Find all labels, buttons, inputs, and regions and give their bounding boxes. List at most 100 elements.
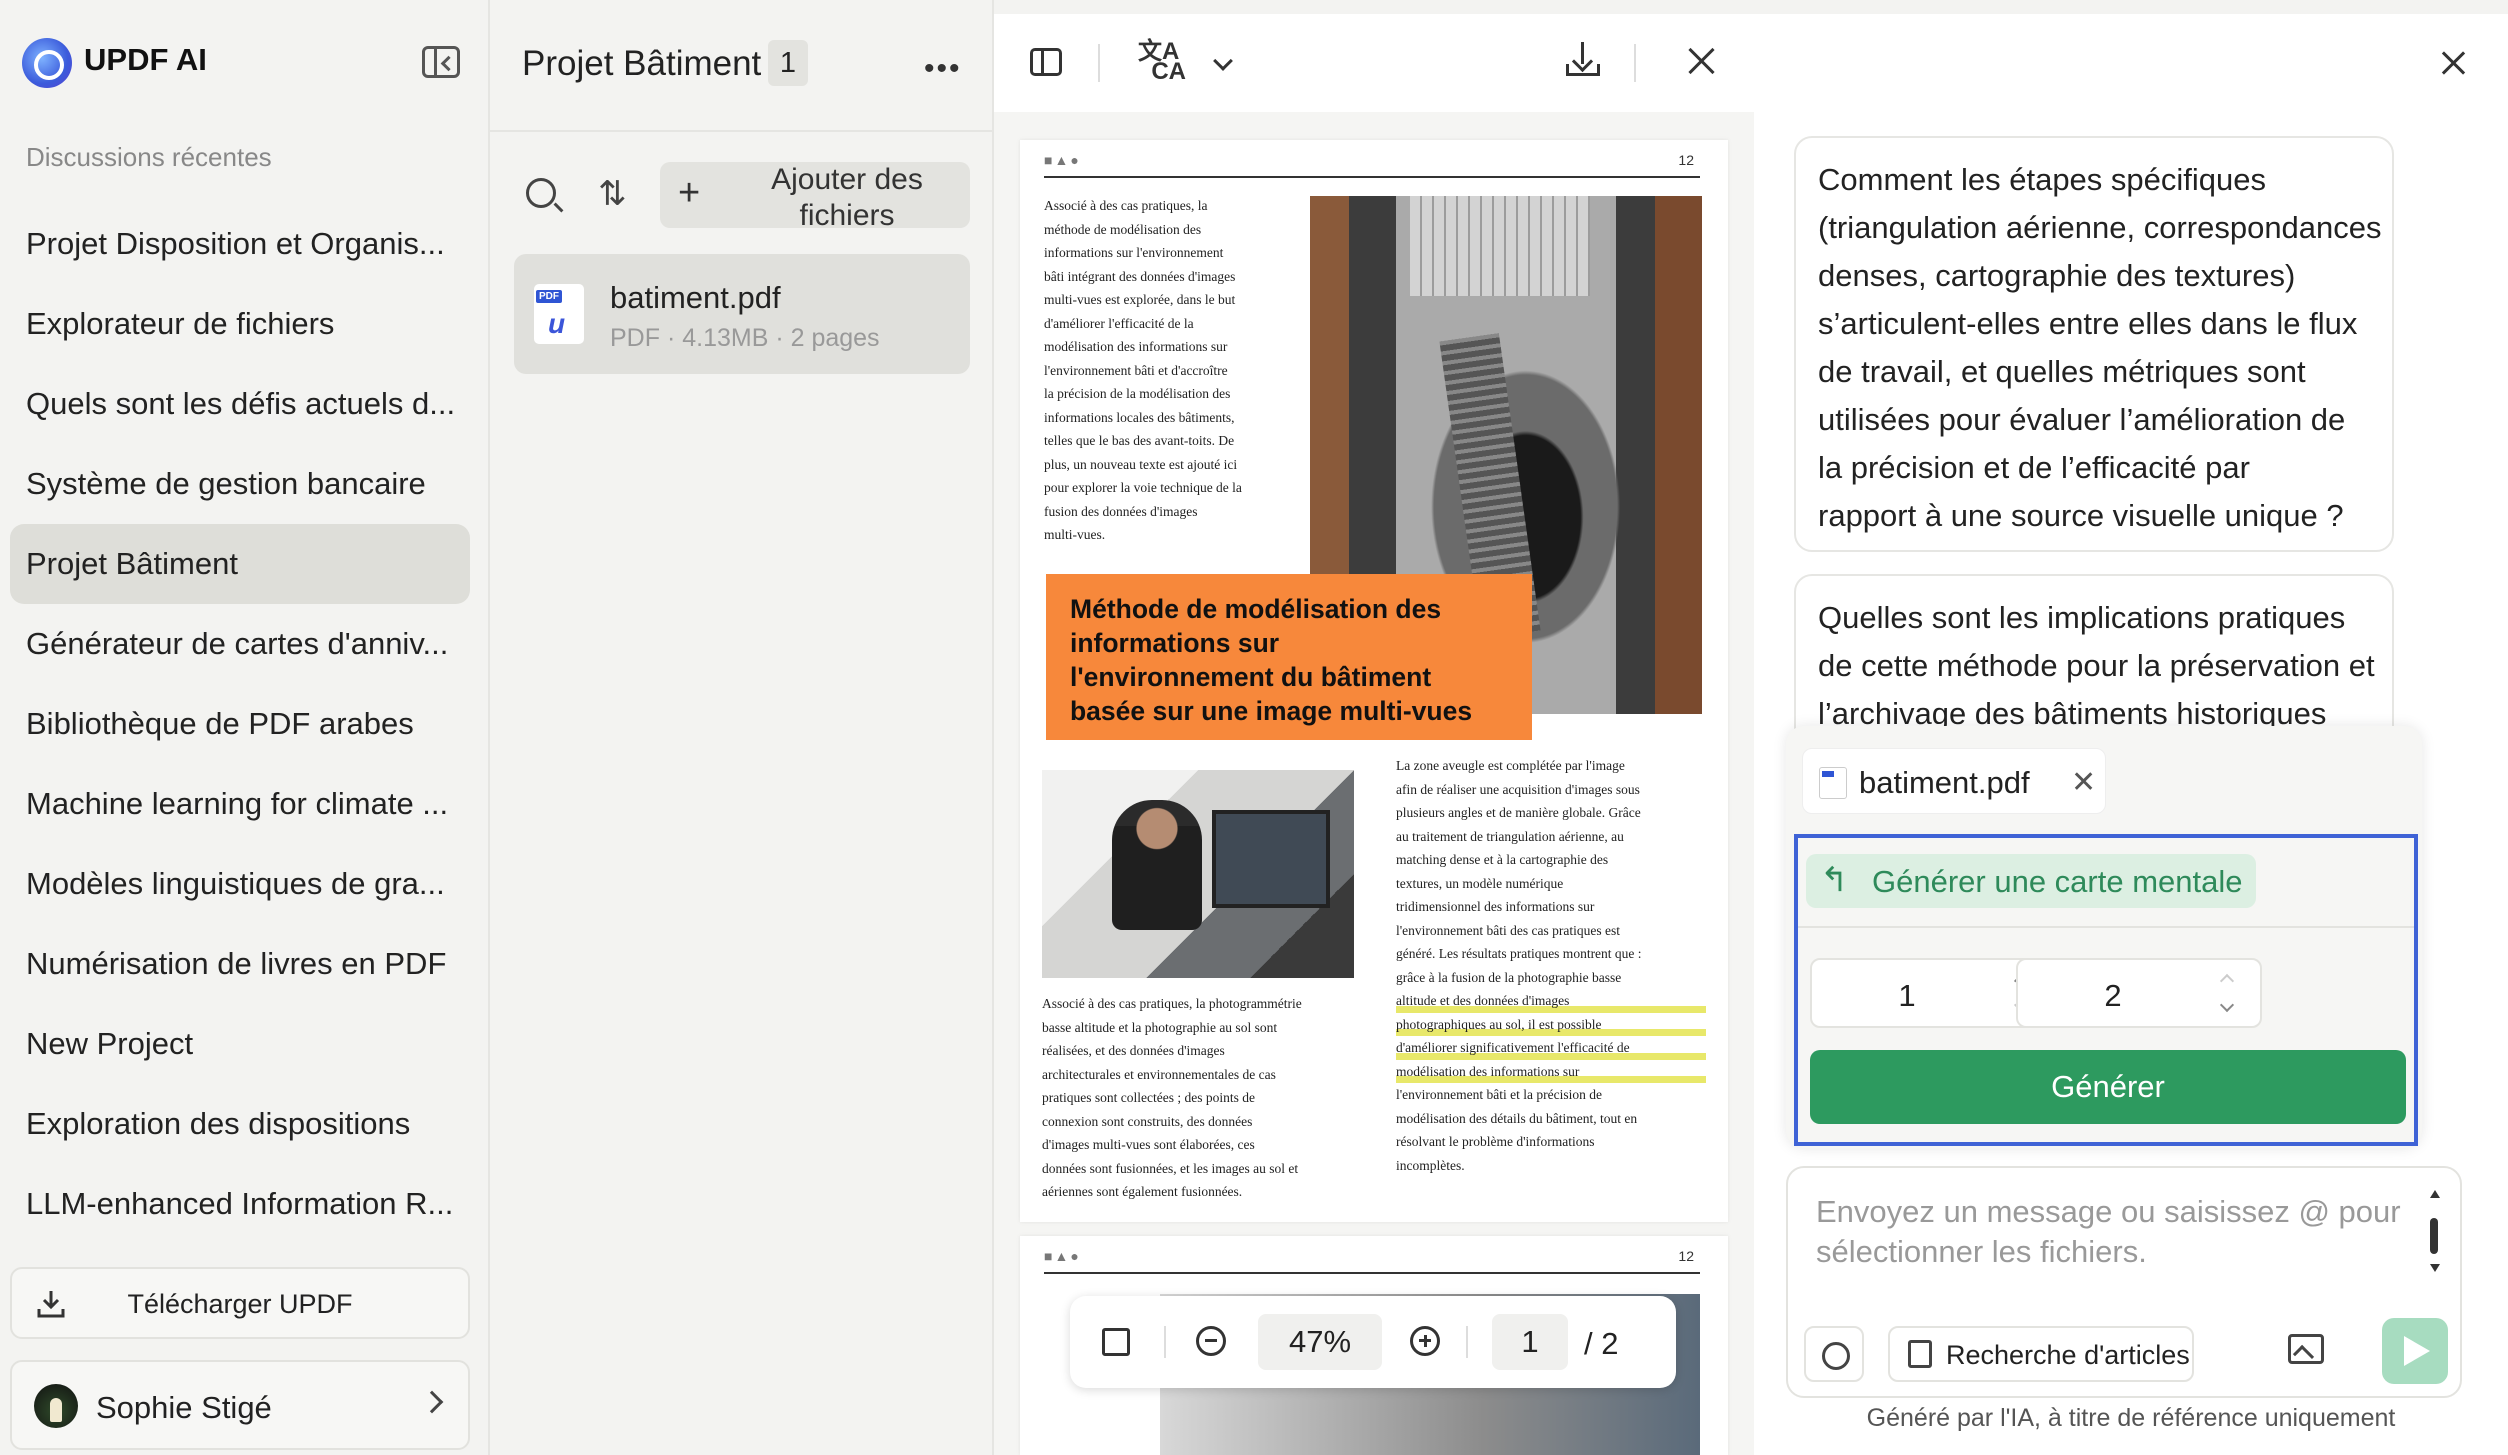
file-card[interactable]: PDF u batiment.pdf PDF · 4.13MB · 2 pages — [514, 254, 970, 374]
page-number: 12 — [1678, 1248, 1694, 1264]
ai-disclaimer: Généré par l'IA, à titre de référence un… — [1866, 1404, 2396, 1432]
toolbar-divider — [1098, 44, 1100, 82]
download-icon[interactable] — [1566, 42, 1600, 78]
message-input[interactable]: Envoyez un message ou saisissez @ pour s… — [1786, 1166, 2462, 1398]
ai-model-icon[interactable] — [1804, 1326, 1864, 1382]
page-from-value: 1 — [1898, 978, 1916, 1013]
zoom-in-icon[interactable] — [1410, 1326, 1440, 1356]
more-options-icon[interactable]: ••• — [924, 52, 962, 86]
collapse-sidebar-icon[interactable] — [422, 46, 460, 78]
generate-button[interactable]: Générer — [1810, 1050, 2406, 1124]
page-to-value: 2 — [2104, 978, 2122, 1013]
download-updf-button[interactable]: Télécharger UPDF — [10, 1267, 470, 1339]
message-line: Quelles sont les implications pratiques — [1818, 600, 2346, 635]
divider — [490, 130, 994, 132]
message-line: rapport à une source visuelle unique ? — [1818, 498, 2344, 533]
text-line: basse altitude et la photographie au sol… — [1042, 1019, 1278, 1035]
text-line: la précision de la modélisation des — [1044, 386, 1231, 401]
viewer-toolbar: 文A CA — [994, 14, 1754, 112]
user-message-bubble: Comment les étapes spécifiques (triangul… — [1794, 136, 2394, 552]
scrollbar-thumb[interactable] — [2430, 1218, 2438, 1254]
stepper-up-icon[interactable] — [2219, 973, 2235, 989]
sidebar-item[interactable]: Système de gestion bancaire — [10, 444, 470, 524]
text-line: telles que le bas des avant-toits. De — [1044, 433, 1235, 448]
title-line: Méthode de modélisation des — [1070, 594, 1442, 624]
intro-paragraph: Associé à des cas pratiques, la méthode … — [1044, 194, 1294, 547]
sidebar-item[interactable]: Générateur de cartes d'anniv... — [10, 604, 470, 684]
text-line: l'environnement bâti des cas pratiques e… — [1396, 922, 1620, 938]
sort-icon[interactable]: ⇅ — [598, 174, 627, 214]
stepper-down-icon[interactable] — [2219, 997, 2235, 1013]
send-button[interactable] — [2382, 1318, 2448, 1384]
close-viewer-icon[interactable] — [1684, 44, 1718, 78]
sidebar-item[interactable]: Projet Disposition et Organis... — [10, 204, 470, 284]
text-line: généré. Les résultats pratiques montrent… — [1396, 946, 1642, 961]
total-pages: / 2 — [1584, 1326, 1619, 1361]
text-line: architecturales et environnementales de … — [1042, 1066, 1276, 1082]
translate-icon[interactable]: 文A CA — [1138, 40, 1186, 84]
sidebar-item[interactable]: Quels sont les défis actuels d... — [10, 364, 470, 444]
scroll-down-arrow[interactable] — [2430, 1264, 2440, 1272]
add-files-button[interactable]: + Ajouter des fichiers — [660, 162, 970, 232]
text-line: tridimensionnel des informations sur — [1396, 899, 1595, 914]
scroll-up-arrow[interactable] — [2430, 1190, 2440, 1198]
pdf-page: ■▲● 12 Associé à des cas pratiques, la m… — [1020, 140, 1728, 1222]
return-arrow-icon: ↰ — [1820, 861, 1849, 899]
person-at-computer-photo — [1042, 770, 1354, 978]
text-line: modélisation des détails du bâtiment, to… — [1396, 1110, 1638, 1126]
sidebar-item[interactable]: Numérisation de livres en PDF — [10, 924, 470, 1004]
text-line: textures, un modèle numérique — [1396, 875, 1564, 891]
attached-file-chip[interactable]: batiment.pdf ✕ — [1802, 748, 2106, 814]
sidebar-item[interactable]: Machine learning for climate ... — [10, 764, 470, 844]
mindmap-options-box: ↰ Générer une carte mentale 1 - 2 Génére… — [1794, 834, 2418, 1146]
header-rule — [1044, 176, 1700, 178]
text-line: d'améliorer l'efficacité de la — [1044, 315, 1194, 331]
text-line: afin de réaliser une acquisition d'image… — [1396, 781, 1640, 797]
sidebar-item-active[interactable]: Projet Bâtiment — [10, 524, 470, 604]
title-line: basée sur une image multi-vues — [1070, 696, 1473, 726]
text-line: modélisation des informations sur — [1044, 339, 1228, 354]
current-page-field[interactable]: 1 — [1492, 1314, 1568, 1370]
zoom-level-field[interactable]: 47% — [1258, 1314, 1382, 1370]
avatar — [34, 1384, 78, 1428]
message-line: s’articulent-elles entre elles dans le f… — [1818, 306, 2358, 341]
text-line: informations locales des bâtiments, — [1044, 409, 1235, 425]
zoom-toolbar: 47% 1 / 2 — [1070, 1296, 1676, 1388]
user-profile-button[interactable]: Sophie Stigé — [10, 1360, 470, 1450]
sidebar-item[interactable]: Modèles linguistiques de gra... — [10, 844, 470, 924]
search-articles-button[interactable]: Recherche d'articles — [1888, 1326, 2194, 1382]
pdf-file-icon — [1819, 767, 1847, 799]
sidebar-item[interactable]: LLM-enhanced Information R... — [10, 1164, 470, 1244]
highlighted-text-line: d'améliorer significativement l'efficaci… — [1396, 1036, 1706, 1060]
sidebar-item[interactable]: Exploration des dispositions — [10, 1084, 470, 1164]
search-icon[interactable] — [526, 178, 556, 208]
image-upload-icon[interactable] — [2288, 1334, 2324, 1364]
text-line: pour explorer la voie technique de la — [1044, 480, 1242, 495]
sidebar-item[interactable]: Explorateur de fichiers — [10, 284, 470, 364]
divider — [1798, 926, 2414, 928]
project-files-panel: Projet Bâtiment 1 ••• ⇅ + Ajouter des fi… — [490, 0, 994, 1455]
project-title: Projet Bâtiment — [522, 44, 762, 83]
text-line: bâti intégrant des données d'images — [1044, 268, 1236, 284]
toggle-thumbnails-icon[interactable] — [1030, 48, 1062, 76]
toolbar-divider — [1634, 44, 1636, 82]
text-line: l'environnement bâti et d'accroître — [1044, 362, 1228, 378]
message-placeholder: Envoyez un message ou saisissez @ pour s… — [1816, 1194, 2401, 1269]
remove-file-icon[interactable]: ✕ — [2071, 765, 2096, 800]
sidebar-item[interactable]: Bibliothèque de PDF arabes — [10, 684, 470, 764]
sidebar-item[interactable]: New Project — [10, 1004, 470, 1084]
close-chat-icon[interactable] — [2438, 48, 2468, 78]
page-to-stepper[interactable]: 2 — [2016, 958, 2262, 1028]
chevron-down-icon[interactable] — [1213, 51, 1233, 71]
brand-name: UPDF AI — [84, 42, 207, 77]
download-updf-label: Télécharger UPDF — [127, 1289, 353, 1319]
fit-page-icon[interactable] — [1102, 1328, 1130, 1356]
mindmap-tag[interactable]: ↰ Générer une carte mentale — [1806, 854, 2256, 908]
chevron-right-icon — [420, 1390, 444, 1414]
text-line: Associé à des cas pratiques, la — [1044, 198, 1208, 213]
text-line: l'environnement bâti et la précision de — [1396, 1087, 1602, 1102]
text-line: informations sur l'environnement — [1044, 245, 1224, 260]
zoom-out-icon[interactable] — [1196, 1326, 1226, 1356]
plus-icon: + — [678, 172, 701, 214]
right-paragraph: La zone aveugle est complétée par l'imag… — [1396, 754, 1706, 1177]
